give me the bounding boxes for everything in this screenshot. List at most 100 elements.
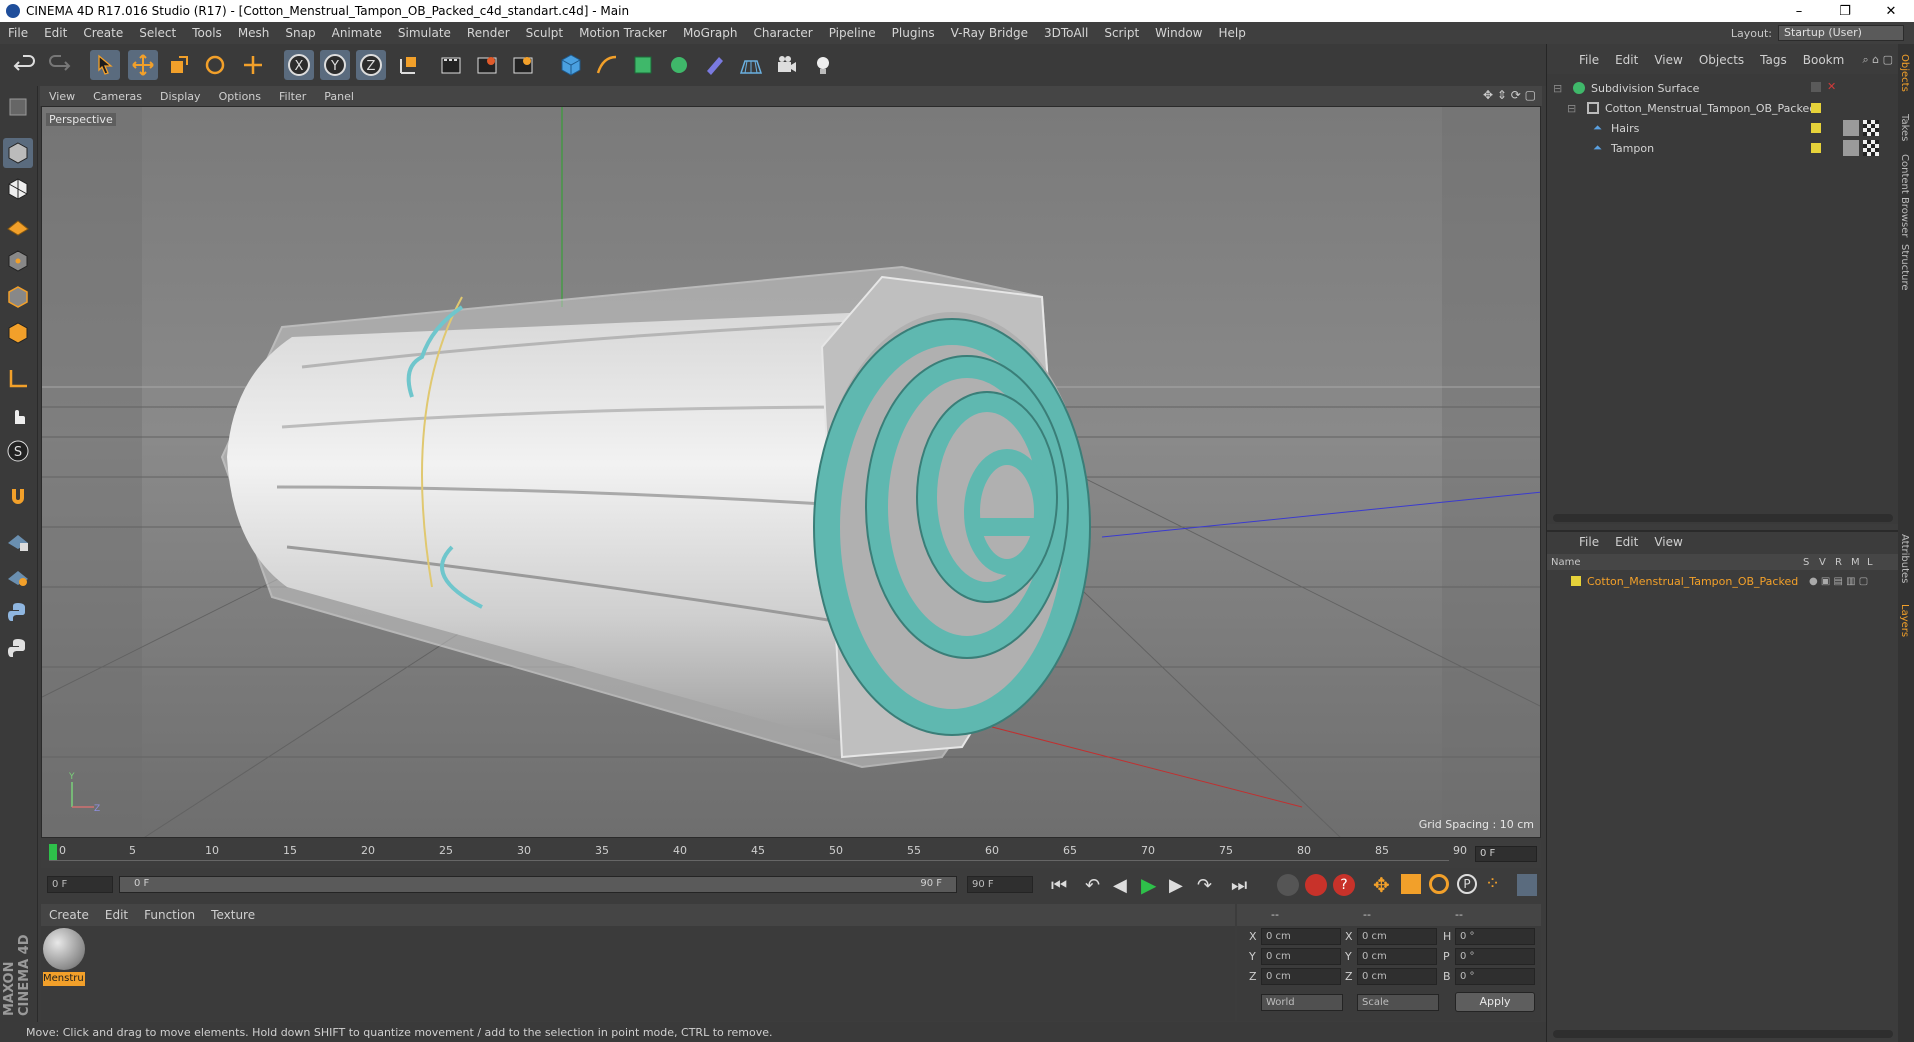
layers-menu-file[interactable]: File xyxy=(1571,535,1607,549)
key-pla-icon[interactable]: ⁘ xyxy=(1485,873,1500,894)
viewport-menu-options[interactable]: Options xyxy=(210,90,270,103)
material-tag-icon[interactable] xyxy=(1843,120,1859,136)
menu-plugins[interactable]: Plugins xyxy=(884,26,943,40)
go-to-start-icon[interactable]: ⏮ xyxy=(1051,875,1067,896)
redo-icon[interactable] xyxy=(44,50,74,80)
rotation-b-field[interactable]: 0 ° xyxy=(1455,968,1535,985)
rotation-h-field[interactable]: 0 ° xyxy=(1455,928,1535,945)
objects-menu-objects[interactable]: Objects xyxy=(1691,53,1752,67)
floor-grid-icon[interactable] xyxy=(736,50,766,80)
menu-snap[interactable]: Snap xyxy=(277,26,323,40)
record-disabled-icon[interactable] xyxy=(1277,874,1299,896)
deformer-icon[interactable] xyxy=(700,50,730,80)
select-arrow-icon[interactable] xyxy=(90,50,120,80)
next-key-icon[interactable]: ↷ xyxy=(1197,875,1212,896)
disable-toggle-icon[interactable]: ✕ xyxy=(1827,80,1836,93)
size-z-field[interactable]: 0 cm xyxy=(1357,968,1437,985)
start-frame-field[interactable]: 0 F xyxy=(47,876,113,893)
layout-dropdown[interactable]: Startup (User) xyxy=(1778,25,1904,41)
layer-list-scrollbar[interactable] xyxy=(1553,1030,1893,1038)
material-tag-icon[interactable] xyxy=(1843,140,1859,156)
texture-tag-icon[interactable] xyxy=(1863,140,1879,156)
edges-mode-icon[interactable] xyxy=(3,282,33,312)
rotate-tool-icon[interactable] xyxy=(200,50,230,80)
workplane-mode-icon[interactable] xyxy=(3,210,33,240)
make-editable-icon[interactable] xyxy=(3,92,33,122)
menu-tools[interactable]: Tools xyxy=(184,26,230,40)
record-active-icon[interactable] xyxy=(1305,874,1327,896)
objects-menu-file[interactable]: File xyxy=(1571,53,1607,67)
snap-toggle-icon[interactable]: S xyxy=(3,436,33,466)
objects-menu-edit[interactable]: Edit xyxy=(1607,53,1646,67)
menu-mesh[interactable]: Mesh xyxy=(230,26,278,40)
layers-menu-edit[interactable]: Edit xyxy=(1607,535,1646,549)
menu-mograph[interactable]: MoGraph xyxy=(675,26,746,40)
magnet-icon[interactable] xyxy=(3,482,33,512)
layer-row[interactable]: Cotton_Menstrual_Tampon_OB_Packed ● ▣ ▤ … xyxy=(1547,572,1899,590)
menu-window[interactable]: Window xyxy=(1147,26,1210,40)
texture-mode-icon[interactable] xyxy=(3,174,33,204)
object-name[interactable]: Cotton_Menstrual_Tampon_OB_Packed xyxy=(1605,102,1816,115)
light-bulb-icon[interactable] xyxy=(808,50,838,80)
axis-mode-icon[interactable] xyxy=(3,364,33,394)
layer-name[interactable]: Cotton_Menstrual_Tampon_OB_Packed xyxy=(1587,575,1809,588)
viewport-menu-cameras[interactable]: Cameras xyxy=(84,90,151,103)
menu-create[interactable]: Create xyxy=(75,26,131,40)
material-name-label[interactable]: Menstru xyxy=(43,972,85,986)
object-row-subdivision-surface[interactable]: ⊟ Subdivision Surface ✕ xyxy=(1547,78,1899,98)
viewport-menu-filter[interactable]: Filter xyxy=(270,90,315,103)
object-row-tampon[interactable]: ⏶ Tampon xyxy=(1547,138,1899,158)
subdivision-surface-icon[interactable] xyxy=(628,50,658,80)
current-frame-field[interactable]: 0 F xyxy=(1475,846,1537,862)
object-manager-search-icon[interactable]: ⌕ ⌂ ▢ xyxy=(1862,53,1893,67)
scale-tool-icon[interactable] xyxy=(164,50,194,80)
camera-label[interactable]: Perspective xyxy=(46,113,116,126)
apply-button[interactable]: Apply xyxy=(1455,992,1535,1012)
object-name[interactable]: Tampon xyxy=(1611,142,1654,155)
playhead[interactable] xyxy=(49,844,57,860)
menu-select[interactable]: Select xyxy=(131,26,184,40)
coordinate-system-icon[interactable] xyxy=(394,50,424,80)
spline-pen-icon[interactable] xyxy=(592,50,622,80)
coordinate-space-dropdown[interactable]: World xyxy=(1261,994,1343,1011)
go-to-end-icon[interactable]: ⏭ xyxy=(1231,875,1247,896)
visibility-toggle[interactable] xyxy=(1811,82,1821,92)
end-frame-field[interactable]: 90 F xyxy=(967,876,1033,893)
timeline-ruler[interactable]: 0 5 10 15 20 25 30 35 40 45 50 55 60 65 … xyxy=(41,840,1541,868)
menu-sculpt[interactable]: Sculpt xyxy=(518,26,571,40)
cube-primitive-icon[interactable] xyxy=(556,50,586,80)
key-position-icon[interactable]: ✥ xyxy=(1373,873,1390,897)
polygons-mode-icon[interactable] xyxy=(3,318,33,348)
side-tab-attributes[interactable]: Attributes xyxy=(1899,534,1910,583)
material-menu-create[interactable]: Create xyxy=(41,908,97,922)
autokey-icon[interactable]: ? xyxy=(1333,874,1355,896)
menu-animate[interactable]: Animate xyxy=(324,26,390,40)
timeline-window-icon[interactable] xyxy=(1517,874,1537,896)
object-name[interactable]: Hairs xyxy=(1611,122,1639,135)
position-y-field[interactable]: 0 cm xyxy=(1261,948,1341,965)
size-x-field[interactable]: 0 cm xyxy=(1357,928,1437,945)
viewport-nav-icons[interactable]: ✥ ⇕ ⟳ ▢ xyxy=(1483,88,1536,102)
layers-menu-view[interactable]: View xyxy=(1646,535,1690,549)
move-tool-icon[interactable] xyxy=(128,50,158,80)
render-to-picture-viewer-icon[interactable] xyxy=(472,50,502,80)
mograph-cloner-icon[interactable] xyxy=(664,50,694,80)
lock-workplane-icon[interactable] xyxy=(3,526,33,556)
side-tab-objects[interactable]: Objects xyxy=(1899,54,1910,92)
material-preview-sphere[interactable] xyxy=(43,928,85,970)
step-forward-icon[interactable]: ▶ xyxy=(1169,875,1183,896)
close-button[interactable]: ✕ xyxy=(1868,0,1914,22)
menu-pipeline[interactable]: Pipeline xyxy=(821,26,884,40)
menu-file[interactable]: File xyxy=(0,26,36,40)
side-tab-structure[interactable]: Structure xyxy=(1899,244,1910,291)
python-console-icon[interactable] xyxy=(3,634,33,664)
minimize-button[interactable]: – xyxy=(1776,0,1822,22)
object-list-scrollbar[interactable] xyxy=(1553,514,1893,522)
model-mode-icon[interactable] xyxy=(3,138,33,168)
play-icon[interactable]: ▶ xyxy=(1141,873,1156,897)
position-z-field[interactable]: 0 cm xyxy=(1261,968,1341,985)
key-rotation-icon[interactable] xyxy=(1429,874,1449,894)
tweak-mode-icon[interactable] xyxy=(3,400,33,430)
objects-menu-tags[interactable]: Tags xyxy=(1752,53,1795,67)
live-selection-icon[interactable] xyxy=(238,50,268,80)
